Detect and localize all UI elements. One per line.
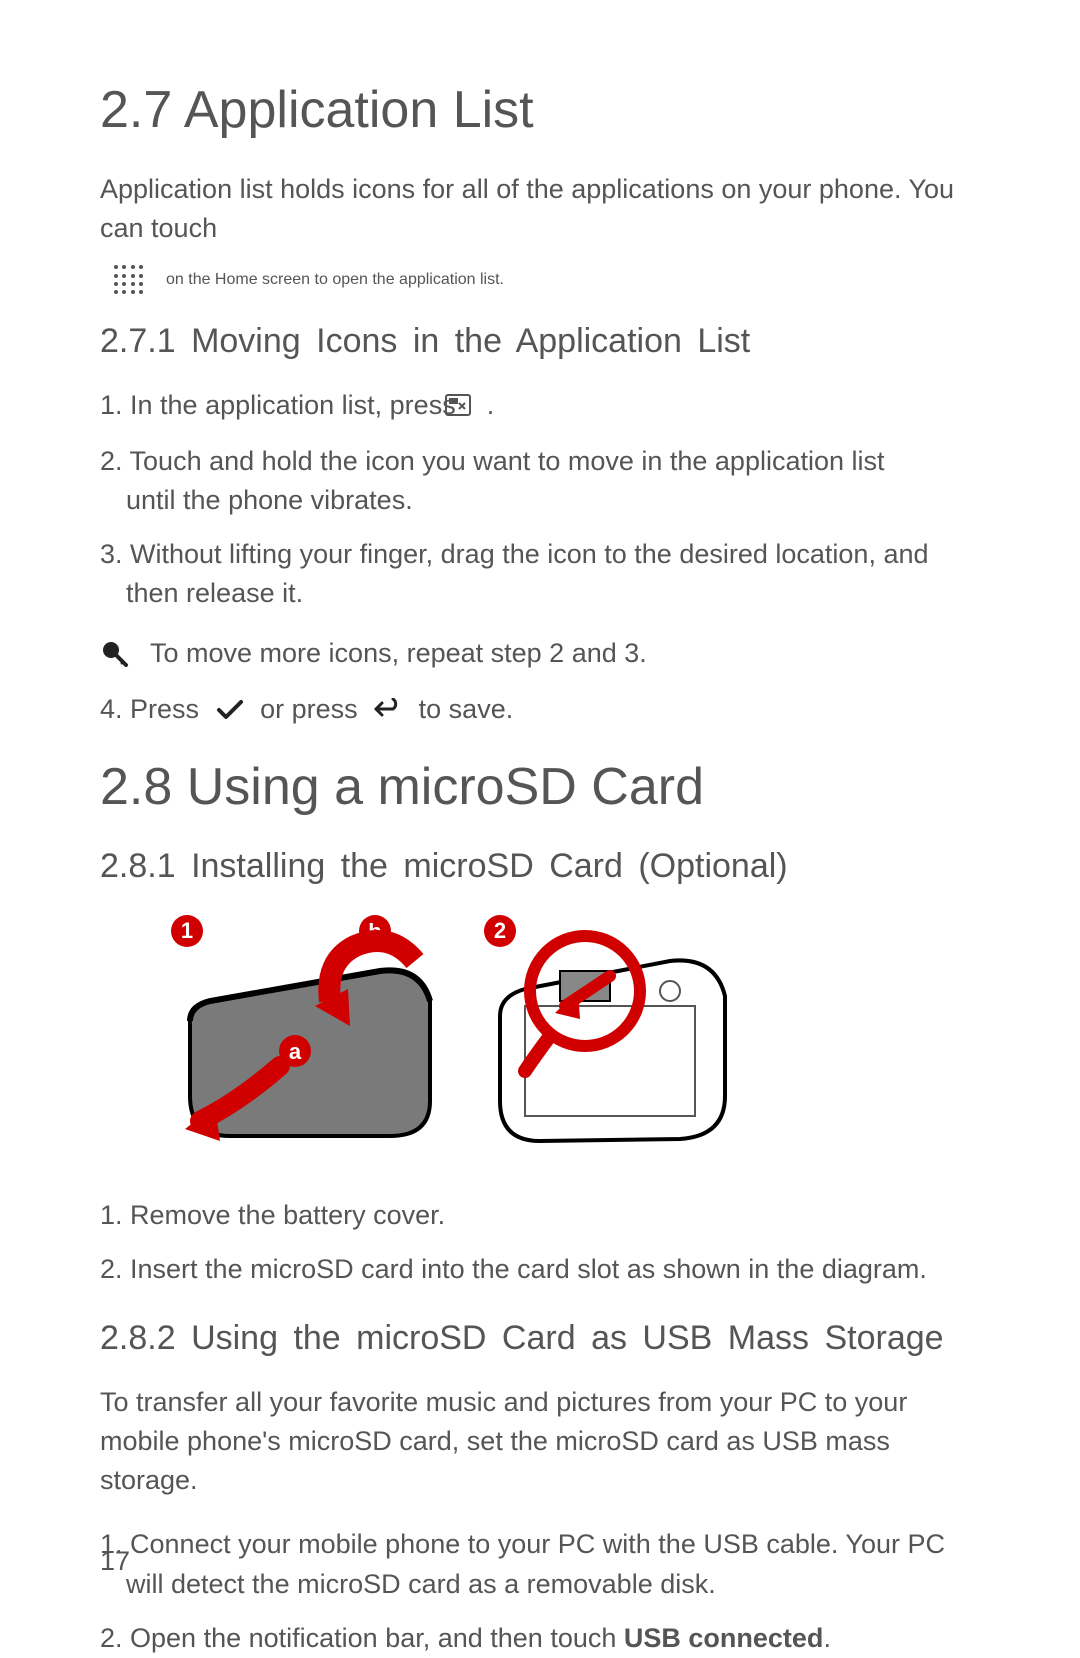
step-2-8-1-2: 2. Insert the microSD card into the card… (100, 1250, 980, 1289)
app-grid-icon-line: on the Home screen to open the applicati… (100, 263, 980, 297)
section-heading-2-7: 2.7 Application List (100, 80, 980, 140)
app-grid-icon-text: on the Home screen to open the applicati… (166, 271, 504, 289)
subsection-heading-2-7-1: 2.7.1 Moving Icons in the Application Li… (100, 322, 980, 361)
microsd-install-diagram: 1 a b 2 (130, 911, 980, 1171)
step-2-8-2-1: 1. Connect your mobile phone to your PC … (100, 1525, 980, 1603)
section-2-7-intro: Application list holds icons for all of … (100, 170, 980, 248)
subsection-heading-2-8-2: 2.8.2 Using the microSD Card as USB Mass… (100, 1319, 980, 1358)
step-2-7-1-1: 1. In the application list, press . (100, 386, 980, 426)
svg-text:1: 1 (181, 918, 193, 943)
step-2-7-1-4: 4. Press or press to save. (100, 694, 980, 726)
document-page: 2.7 Application List Application list ho… (0, 0, 1080, 1617)
step-2-7-1-3: 3. Without lifting your finger, drag the… (100, 535, 980, 613)
section-heading-2-8: 2.8 Using a microSD Card (100, 757, 980, 817)
step-2-7-1-2: 2. Touch and hold the icon you want to m… (100, 442, 980, 520)
note-text: To move more icons, repeat step 2 and 3. (150, 638, 647, 669)
check-icon (215, 696, 245, 727)
svg-text:a: a (289, 1039, 302, 1064)
subsection-heading-2-8-1: 2.8.1 Installing the microSD Card (Optio… (100, 847, 980, 886)
note-move-more: To move more icons, repeat step 2 and 3. (100, 638, 980, 669)
svg-text:2: 2 (494, 918, 506, 943)
back-icon (373, 696, 403, 727)
page-number: 17 (100, 1546, 130, 1577)
step-2-8-2-2: 2. Open the notification bar, and then t… (100, 1619, 980, 1658)
step-2-8-1-1: 1. Remove the battery cover. (100, 1196, 980, 1235)
note-icon (100, 639, 130, 669)
app-grid-icon (112, 263, 146, 297)
section-2-8-2-intro: To transfer all your favorite music and … (100, 1383, 980, 1500)
usb-connected-bold: USB connected (624, 1623, 824, 1653)
